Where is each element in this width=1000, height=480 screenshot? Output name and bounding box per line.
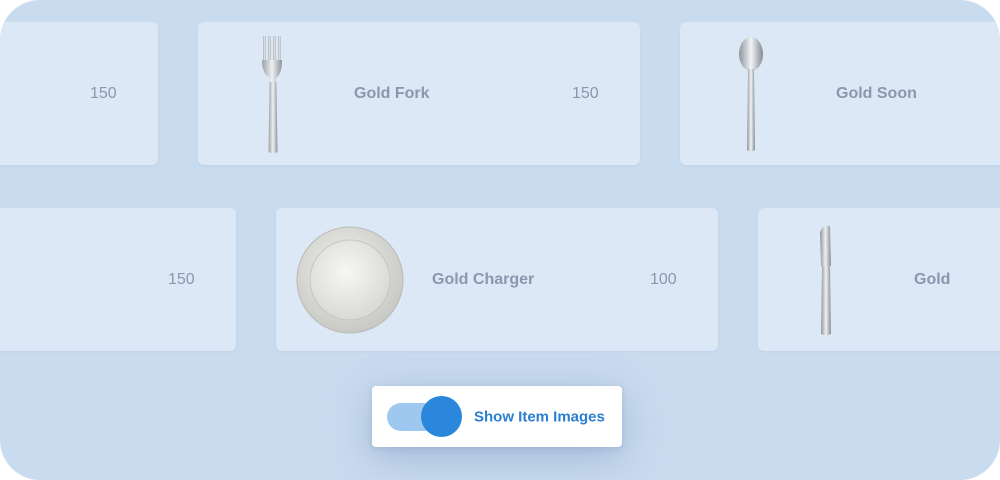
item-quantity: 150 [572,84,599,102]
item-name: Gold [914,270,951,288]
show-item-images-toggle-panel[interactable]: Show Item Images [372,386,622,447]
menu-items-board: 150 Gold Fork 150 Gold Soon 150 Gold Cha… [0,0,1000,480]
toggle-switch-knob[interactable] [421,396,462,437]
item-card[interactable]: Gold Soon [680,22,1000,165]
item-quantity: 150 [90,84,117,102]
item-quantity: 100 [650,270,677,288]
charger-plate-icon [296,226,404,334]
toggle-label[interactable]: Show Item Images [474,408,605,425]
item-card[interactable]: Gold Charger 100 [276,208,718,351]
fork-icon [262,36,282,154]
item-quantity: 150 [168,270,195,288]
item-name: Gold Fork [354,84,430,102]
spoon-icon [739,37,763,152]
item-name: Gold Soon [836,84,917,102]
item-card[interactable]: 150 [0,22,158,165]
item-card[interactable]: Gold [758,208,1000,351]
item-name: Gold Charger [432,270,535,288]
item-card[interactable]: 150 [0,208,236,351]
item-card[interactable]: Gold Fork 150 [198,22,640,165]
butter-knife-icon [820,225,831,336]
